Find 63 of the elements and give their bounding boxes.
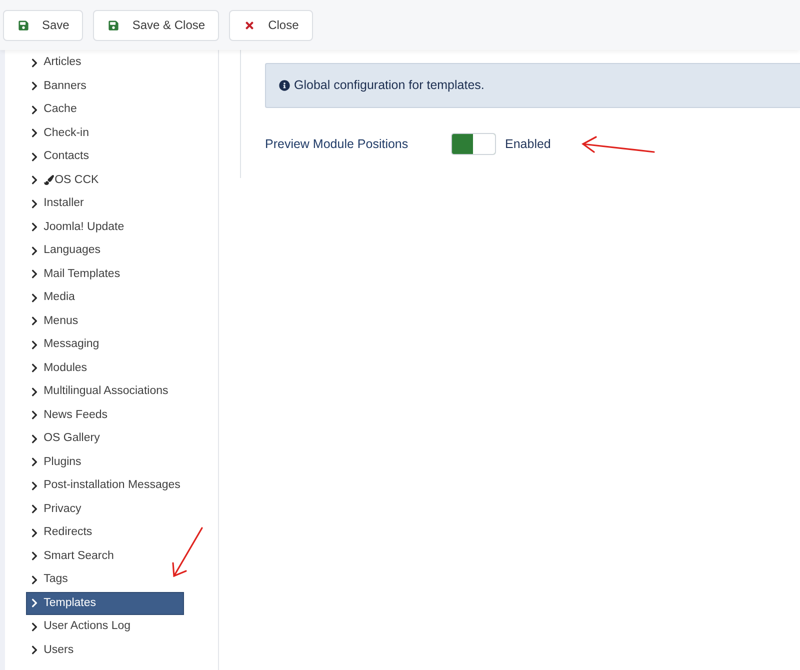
save-button[interactable]: Save — [3, 10, 84, 40]
chevron-icon — [30, 551, 38, 562]
sidebar-item[interactable]: OS Gallery — [26, 427, 184, 450]
save-button[interactable]: Save & Close — [93, 10, 220, 40]
chevron-icon — [30, 128, 38, 138]
chevron-icon — [30, 198, 38, 209]
chevron-icon — [30, 58, 38, 68]
sidebar-item[interactable]: Messaging — [26, 333, 184, 356]
chevron-icon — [30, 246, 38, 256]
chevron-icon — [30, 386, 38, 397]
brush-icon — [44, 175, 54, 186]
sidebar-item[interactable]: Tags — [26, 568, 184, 592]
sidebar-item[interactable]: Check-in — [26, 122, 184, 145]
chevron-icon — [30, 574, 38, 585]
sidebar-item[interactable]: Redirects — [26, 521, 184, 544]
chevron-icon — [30, 622, 38, 632]
chevron-icon — [30, 480, 38, 491]
sidebar-item[interactable]: User Actions Log — [26, 615, 184, 638]
chevron-icon — [30, 81, 38, 92]
toggle-switch[interactable] — [451, 133, 496, 155]
sidebar-item[interactable]: Articles — [26, 51, 184, 74]
sidebar-item[interactable]: Users — [26, 638, 184, 662]
sidebar-item[interactable]: News Feeds — [26, 404, 184, 427]
chevron-icon — [30, 528, 38, 538]
chevron-icon — [30, 222, 38, 232]
close-button[interactable]: Close — [229, 10, 313, 40]
sidebar-item[interactable]: Menus — [26, 310, 184, 333]
switch-state-label: Enabled — [505, 136, 551, 153]
sidebar-item[interactable]: Modules — [26, 356, 184, 380]
chevron-icon — [30, 152, 38, 162]
sidebar-item[interactable]: Languages — [26, 239, 184, 262]
info-icon — [279, 80, 290, 91]
sidebar-item[interactable]: Cache — [26, 98, 184, 122]
sidebar-item[interactable]: Privacy — [26, 498, 184, 521]
chevron-icon — [30, 340, 38, 350]
sidebar-item[interactable]: Multilingual Associations — [26, 380, 184, 404]
sidebar-item[interactable]: Media — [26, 286, 184, 310]
sidebar-item[interactable]: Banners — [26, 74, 184, 98]
sidebar-item[interactable]: Post-installation Messages — [26, 474, 186, 498]
chevron-icon — [30, 363, 38, 374]
chevron-icon — [30, 504, 38, 514]
chevron-icon — [30, 316, 38, 326]
sidebar-item[interactable]: Contacts — [26, 145, 184, 168]
sidebar-item[interactable]: Installer — [26, 192, 184, 216]
chevron-icon — [30, 434, 38, 444]
field-label: Preview Module Positions — [265, 136, 410, 153]
sidebar-item[interactable]: OS CCK — [26, 168, 184, 192]
sidebar-item[interactable]: Joomla! Update — [26, 216, 184, 239]
chevron-icon — [30, 598, 38, 608]
alert-text: Global configuration for templates. — [294, 77, 484, 94]
chevron-icon — [30, 410, 38, 420]
chevron-icon — [30, 104, 38, 115]
sidebar-item[interactable]: Templates — [26, 592, 184, 615]
chevron-icon — [30, 292, 38, 303]
sidebar-item[interactable]: Mail Templates — [26, 262, 184, 286]
annotation-arrow — [170, 526, 206, 580]
close-icon — [244, 20, 256, 30]
chevron-icon — [30, 175, 38, 186]
chevron-icon — [30, 457, 38, 468]
chevron-icon — [30, 269, 38, 280]
chevron-icon — [30, 645, 38, 656]
sidebar-item[interactable]: Plugins — [26, 450, 184, 474]
sidebar-item[interactable]: Smart Search — [26, 544, 184, 568]
